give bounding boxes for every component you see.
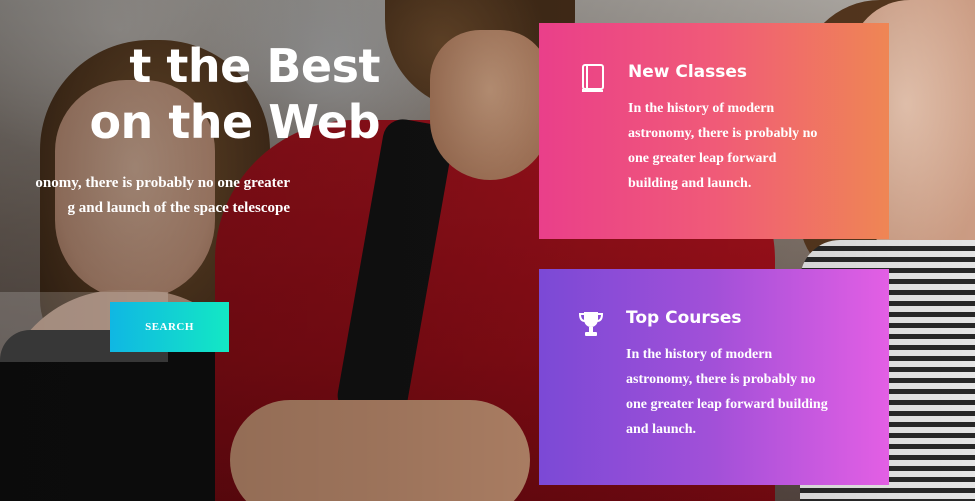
card-description-line: In the history of modern	[626, 347, 773, 362]
book-icon	[582, 64, 604, 92]
card-description: In the history of modern astronomy, ther…	[628, 96, 853, 196]
card-description-line: In the history of modern	[628, 101, 775, 116]
card-description-line: and launch.	[626, 422, 697, 437]
card-description-line: building and launch.	[628, 176, 752, 191]
hero-subtitle-line: g and launch of the space telescope	[67, 200, 291, 216]
card-description-line: one greater leap forward building	[626, 397, 828, 412]
trophy-icon	[578, 312, 604, 336]
card-description: In the history of modern astronomy, ther…	[626, 342, 856, 442]
feature-card-top-courses[interactable]: Top Courses In the history of modern ast…	[539, 269, 889, 485]
search-button[interactable]: SEARCH	[110, 302, 229, 352]
hero-subtitle-line: onomy, there is probably no one greater	[35, 175, 290, 191]
card-description-line: astronomy, there is probably no	[626, 372, 816, 387]
hero-title: t the Best on the Web	[0, 38, 380, 150]
card-title: Top Courses	[626, 308, 742, 328]
card-description-line: one greater leap forward	[628, 151, 777, 166]
card-description-line: astronomy, there is probably no	[628, 126, 818, 141]
hero-title-line: t the Best	[129, 39, 380, 93]
card-title: New Classes	[628, 62, 748, 82]
feature-card-new-classes[interactable]: New Classes In the history of modern ast…	[539, 23, 889, 239]
hero-subtitle: onomy, there is probably no one greater …	[0, 171, 290, 221]
hero-title-line: on the Web	[89, 95, 380, 149]
